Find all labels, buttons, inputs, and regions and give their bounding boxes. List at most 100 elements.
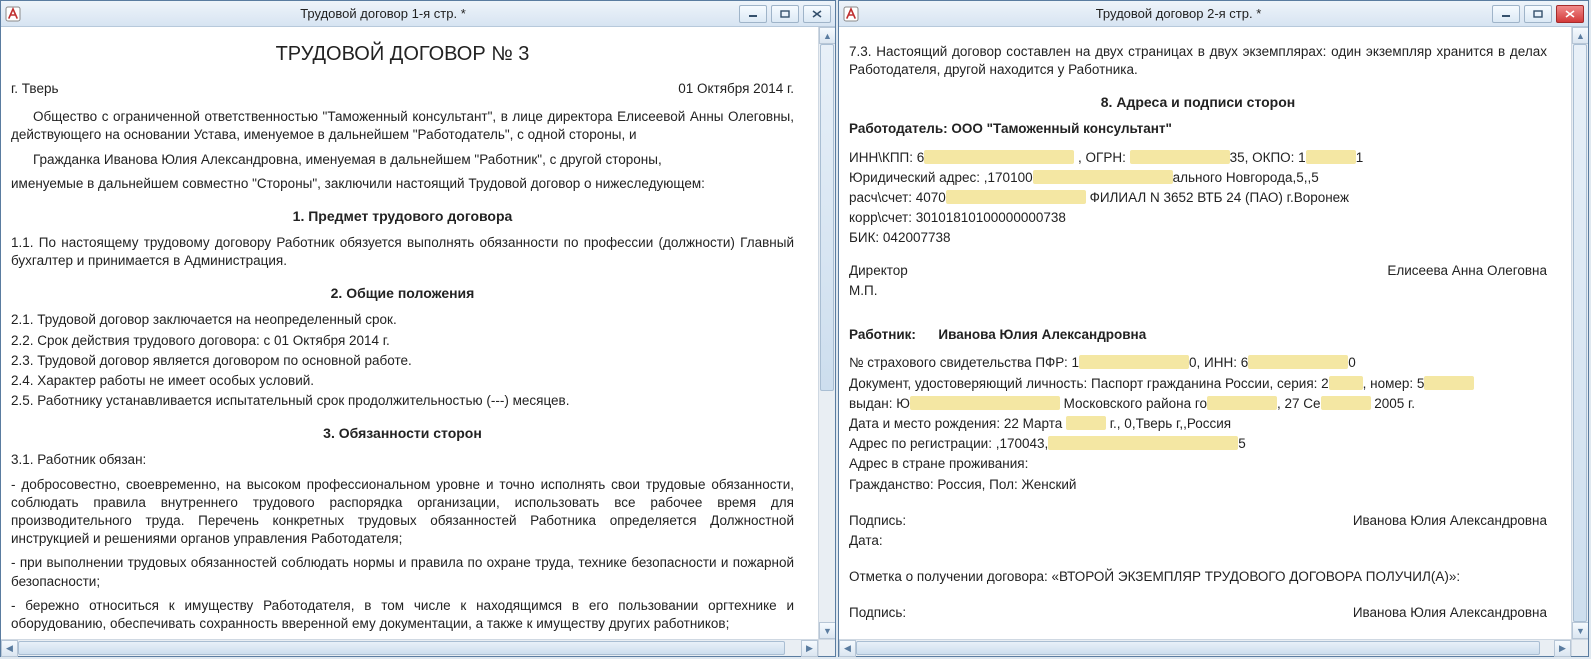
resize-grip[interactable] [1571, 639, 1588, 656]
intro-para2: Гражданка Иванова Юлия Александровна, им… [11, 151, 794, 169]
close-button[interactable] [803, 5, 831, 23]
scroll-track[interactable] [819, 44, 835, 622]
redacted-mask [1329, 376, 1363, 390]
redacted-mask [1306, 150, 1356, 164]
signature2-label: Подпись: [849, 604, 906, 622]
resize-grip[interactable] [818, 639, 835, 656]
redacted-mask [1321, 396, 1371, 410]
maximize-button[interactable] [771, 5, 799, 23]
account-label: расч\счет: 4070 [849, 190, 946, 205]
minimize-button[interactable] [739, 5, 767, 23]
minimize-button[interactable] [1492, 5, 1520, 23]
scroll-track[interactable] [1572, 44, 1588, 622]
worker-name: Иванова Юлия Александровна [938, 327, 1146, 342]
redacted-mask [1424, 376, 1474, 390]
window-title: Трудовой договор 2-я стр. * [865, 6, 1492, 21]
scroll-down-arrow-icon[interactable]: ▼ [1572, 622, 1588, 639]
director-label: Директор [849, 262, 908, 280]
birth-label: Дата и место рождения: 22 Марта [849, 416, 1066, 431]
live-address: Адрес в стране проживания: [849, 455, 1547, 473]
pfr-line: № страхового свидетельства ПФР: 1 0, ИНН:… [849, 354, 1547, 372]
corr-account: корр\счет: 30101810100000000738 [849, 209, 1547, 227]
inn-fragment: 0, ИНН: 6 [1189, 355, 1248, 370]
account-tail: ФИЛИАЛ N 3652 ВТБ 24 (ПАО) г.Воронеж [1086, 190, 1349, 205]
clause-2-4: 2.4. Характер работы не имеет особых усл… [11, 372, 794, 390]
birth-line: Дата и место рождения: 22 Марта г., 0,Тв… [849, 415, 1547, 433]
h-scroll-track[interactable] [856, 640, 1554, 656]
app-icon [843, 6, 859, 22]
birth-tail: г., 0,Тверь г,,Россия [1106, 416, 1231, 431]
address-label: Юридический адрес: ,170100 [849, 170, 1033, 185]
citizenship: Гражданство: Россия, Пол: Женский [849, 476, 1547, 494]
regaddr-label: Адрес по регистрации: ,170043, [849, 436, 1048, 451]
h-scroll-thumb[interactable] [856, 641, 1540, 655]
vertical-scrollbar[interactable]: ▲ ▼ [818, 27, 835, 639]
h-scroll-thumb[interactable] [18, 641, 785, 655]
titlebar-page1[interactable]: Трудовой договор 1-я стр. * [1, 1, 835, 27]
scroll-left-arrow-icon[interactable]: ◀ [1, 640, 18, 657]
issued-mid: Московского района го [1060, 396, 1207, 411]
address-tail: ального Новгорода,5,,5 [1173, 170, 1319, 185]
clause-3-bullet2: - при выполнении трудовых обязанностей с… [11, 554, 794, 590]
horizontal-scrollbar[interactable]: ◀ ▶ [1, 639, 818, 656]
worker-label: Работник: [849, 327, 916, 342]
scroll-thumb[interactable] [820, 44, 834, 391]
pfr-label: № страхового свидетельства ПФР: 1 [849, 355, 1079, 370]
issued-year: 2005 г. [1371, 396, 1416, 411]
redacted-mask [1207, 396, 1277, 410]
clause-3-bullet3: - бережно относиться к имуществу Работод… [11, 597, 794, 633]
employer-address-line: Юридический адрес: ,170100 ального Новгор… [849, 169, 1547, 187]
redacted-mask [1130, 150, 1230, 164]
document-page2: 7.3. Настоящий договор составлен на двух… [839, 27, 1571, 639]
inn-label: ИНН\КПП: 6 [849, 150, 924, 165]
scroll-right-arrow-icon[interactable]: ▶ [1554, 640, 1571, 657]
scroll-down-arrow-icon[interactable]: ▼ [819, 622, 835, 639]
worker-header: Работник: Иванова Юлия Александровна [849, 326, 1547, 344]
redacted-mask [1079, 355, 1189, 369]
bik: БИК: 042007738 [849, 229, 1547, 247]
doc-title: ТРУДОВОЙ ДОГОВОР № 3 [11, 41, 794, 68]
doc-date: 01 Октября 2014 г. [678, 80, 794, 98]
scroll-up-arrow-icon[interactable]: ▲ [1572, 27, 1588, 44]
ogrn-label: , ОГРН: [1078, 150, 1130, 165]
receipt-note: Отметка о получении договора: «ВТОРОЙ ЭК… [849, 568, 1547, 586]
intro-para3: именуемые в дальнейшем совместно "Сторон… [11, 175, 794, 193]
scroll-thumb[interactable] [1573, 44, 1587, 622]
passport-number-label: , номер: 5 [1363, 376, 1425, 391]
section-8-head: 8. Адреса и подписи сторон [849, 93, 1547, 112]
h-scroll-track[interactable] [18, 640, 801, 656]
director-name: Елисеева Анна Олеговна [1387, 262, 1547, 280]
clause-2-2: 2.2. Срок действия трудового договора: с… [11, 332, 794, 350]
redacted-mask [1248, 355, 1348, 369]
document-page1: ТРУДОВОЙ ДОГОВОР № 3 г. Тверь 01 Октября… [1, 27, 818, 639]
maximize-button[interactable] [1524, 5, 1552, 23]
issued-label: выдан: Ю [849, 396, 910, 411]
section-3-head: 3. Обязанности сторон [11, 424, 794, 443]
text-fragment: 0 [1348, 355, 1356, 370]
text-fragment: 1 [1356, 150, 1364, 165]
section-2-head: 2. Общие положения [11, 284, 794, 303]
okpo-fragment: 35, ОКПО: 1 [1230, 150, 1306, 165]
passport-label: Документ, удостоверяющий личность: Паспо… [849, 376, 1329, 391]
regaddr-tail: 5 [1238, 436, 1246, 451]
employer-inn-line: ИНН\КПП: 6 , ОГРН: 35, ОКПО: 1 1 [849, 149, 1547, 167]
redacted-mask [946, 190, 1086, 204]
signature-name: Иванова Юлия Александровна [1353, 512, 1547, 530]
close-button[interactable] [1556, 5, 1584, 23]
redacted-mask [1066, 416, 1106, 430]
clause-3-bullet1: - добросовестно, своевременно, на высоко… [11, 476, 794, 549]
scroll-left-arrow-icon[interactable]: ◀ [839, 640, 856, 657]
clause-2-5: 2.5. Работнику устанавливается испытател… [11, 392, 794, 410]
horizontal-scrollbar[interactable]: ◀ ▶ [839, 639, 1571, 656]
vertical-scrollbar[interactable]: ▲ ▼ [1571, 27, 1588, 639]
clause-2-1: 2.1. Трудовой договор заключается на нео… [11, 311, 794, 329]
titlebar-page2[interactable]: Трудовой договор 2-я стр. * [839, 1, 1588, 27]
window-page1: Трудовой договор 1-я стр. * ТРУДОВОЙ ДОГ… [0, 0, 836, 657]
window-title: Трудовой договор 1-я стр. * [27, 6, 739, 21]
section-1-head: 1. Предмет трудового договора [11, 207, 794, 226]
signature-label: Подпись: [849, 512, 906, 530]
scroll-up-arrow-icon[interactable]: ▲ [819, 27, 835, 44]
intro-para: Общество с ограниченной ответственностью… [11, 108, 794, 144]
scroll-right-arrow-icon[interactable]: ▶ [801, 640, 818, 657]
redacted-mask [1048, 436, 1238, 450]
